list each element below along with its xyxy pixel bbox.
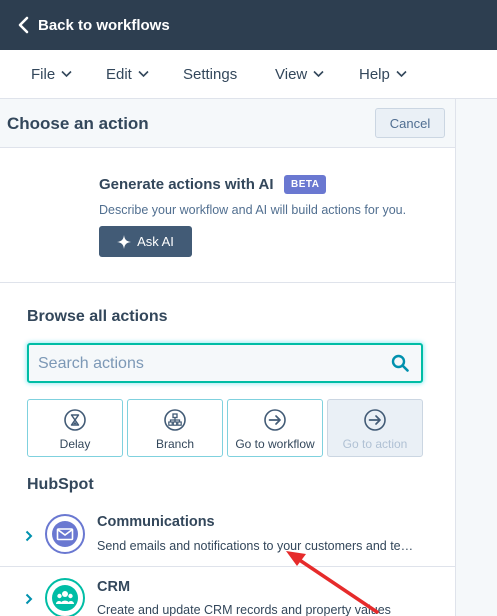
go-to-action-label: Go to action [342,437,408,451]
hourglass-icon [64,409,86,431]
menu-settings-label: Settings [183,65,238,83]
ask-ai-label: Ask AI [137,234,174,249]
search-input[interactable] [29,345,380,383]
delay-label: Delay [59,437,91,451]
menu-edit-label: Edit [106,65,132,83]
crm-description: Create and update CRM records and proper… [97,603,391,616]
chevron-right-icon [25,530,33,542]
panel-title: Choose an action [7,114,149,133]
people-icon [52,585,78,611]
menu-help-label: Help [359,65,390,83]
ai-section: Generate actions with AI BETA Describe y… [0,147,455,283]
chevron-right-icon [25,593,33,605]
communications-name: Communications [97,514,215,530]
beta-badge: BETA [284,175,327,194]
category-communications[interactable]: Communications Send emails and notificat… [0,507,455,567]
envelope-icon [52,521,78,547]
menu-file[interactable]: File [31,50,72,98]
menu-view[interactable]: View [275,50,324,98]
back-label: Back to workflows [38,16,170,34]
menu-help[interactable]: Help [359,50,407,98]
communications-description: Send emails and notifications to your cu… [97,539,414,553]
menu-settings[interactable]: Settings [183,50,237,98]
arrow-circle-icon [364,409,386,431]
back-to-workflows-link[interactable]: Back to workflows [16,16,170,34]
communications-badge [45,514,85,554]
menu-bar: File Edit Settings View Help [0,50,497,99]
delay-tile[interactable]: Delay [27,399,123,457]
branch-label: Branch [155,437,195,451]
menu-file-label: File [31,65,56,83]
ai-title: Generate actions with AI [99,176,274,193]
cancel-button[interactable]: Cancel [375,108,445,138]
arrow-circle-icon [264,409,286,431]
search-box [27,343,423,383]
chevron-down-icon [138,70,149,78]
go-to-action-tile: Go to action [327,399,423,457]
branch-tile[interactable]: Branch [127,399,223,457]
sparkle-icon [117,234,132,249]
divider [0,566,455,567]
crm-badge [45,578,85,616]
menu-edit[interactable]: Edit [106,50,149,98]
ask-ai-button[interactable]: Ask AI [99,226,192,257]
chevron-down-icon [313,70,324,78]
chevron-left-icon [18,16,29,34]
browse-title: Browse all actions [27,308,168,325]
go-to-workflow-tile[interactable]: Go to workflow [227,399,323,457]
panel-header: Choose an action Cancel [0,99,455,148]
search-icon[interactable] [391,354,409,372]
ai-description: Describe your workflow and AI will build… [99,203,407,217]
chevron-down-icon [396,70,407,78]
go-to-workflow-label: Go to workflow [235,437,315,451]
crm-name: CRM [97,579,131,595]
chevron-down-icon [61,70,72,78]
branch-icon [164,409,186,431]
category-crm[interactable]: CRM Create and update CRM records and pr… [0,571,455,616]
choose-action-panel: Choose an action Cancel Generate actions… [0,99,456,616]
canvas-area [456,99,497,616]
hubspot-section-title: HubSpot [27,476,94,493]
top-bar: Back to workflows [0,0,497,50]
menu-view-label: View [275,65,308,83]
